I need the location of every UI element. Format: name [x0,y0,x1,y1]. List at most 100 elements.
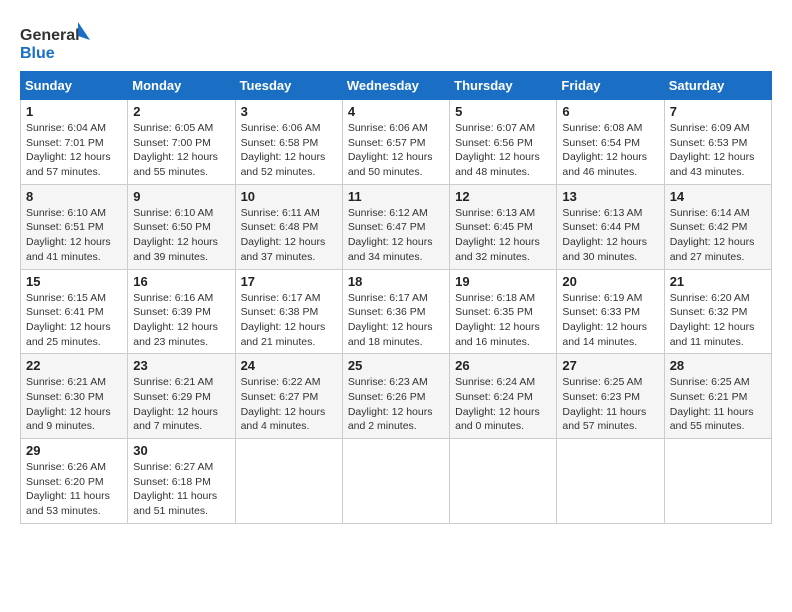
day-cell: 22 Sunrise: 6:21 AMSunset: 6:30 PMDayligh… [21,354,128,439]
col-header-tuesday: Tuesday [235,72,342,100]
day-number: 3 [241,104,337,119]
day-cell: 14 Sunrise: 6:14 AMSunset: 6:42 PMDayligh… [664,184,771,269]
day-info: Sunrise: 6:17 AMSunset: 6:38 PMDaylight:… [241,291,337,350]
day-info: Sunrise: 6:16 AMSunset: 6:39 PMDaylight:… [133,291,229,350]
day-info: Sunrise: 6:08 AMSunset: 6:54 PMDaylight:… [562,121,658,180]
day-number: 12 [455,189,551,204]
day-cell: 28 Sunrise: 6:25 AMSunset: 6:21 PMDayligh… [664,354,771,439]
day-info: Sunrise: 6:15 AMSunset: 6:41 PMDaylight:… [26,291,122,350]
day-cell: 7 Sunrise: 6:09 AMSunset: 6:53 PMDaylight… [664,100,771,185]
logo-svg: GeneralBlue [20,20,90,65]
day-info: Sunrise: 6:10 AMSunset: 6:51 PMDaylight:… [26,206,122,265]
day-cell: 5 Sunrise: 6:07 AMSunset: 6:56 PMDaylight… [450,100,557,185]
day-cell: 13 Sunrise: 6:13 AMSunset: 6:44 PMDayligh… [557,184,664,269]
day-info: Sunrise: 6:11 AMSunset: 6:48 PMDaylight:… [241,206,337,265]
day-info: Sunrise: 6:13 AMSunset: 6:44 PMDaylight:… [562,206,658,265]
day-cell: 18 Sunrise: 6:17 AMSunset: 6:36 PMDayligh… [342,269,449,354]
day-number: 20 [562,274,658,289]
day-number: 17 [241,274,337,289]
day-number: 26 [455,358,551,373]
svg-text:Blue: Blue [20,45,55,62]
day-info: Sunrise: 6:21 AMSunset: 6:30 PMDaylight:… [26,375,122,434]
col-header-sunday: Sunday [21,72,128,100]
week-row-5: 29 Sunrise: 6:26 AMSunset: 6:20 PMDayligh… [21,439,772,524]
day-cell: 19 Sunrise: 6:18 AMSunset: 6:35 PMDayligh… [450,269,557,354]
day-cell: 20 Sunrise: 6:19 AMSunset: 6:33 PMDayligh… [557,269,664,354]
week-row-2: 8 Sunrise: 6:10 AMSunset: 6:51 PMDaylight… [21,184,772,269]
day-cell [450,439,557,524]
day-number: 5 [455,104,551,119]
day-info: Sunrise: 6:19 AMSunset: 6:33 PMDaylight:… [562,291,658,350]
col-header-friday: Friday [557,72,664,100]
day-cell: 15 Sunrise: 6:15 AMSunset: 6:41 PMDayligh… [21,269,128,354]
day-cell: 29 Sunrise: 6:26 AMSunset: 6:20 PMDayligh… [21,439,128,524]
day-number: 15 [26,274,122,289]
day-info: Sunrise: 6:17 AMSunset: 6:36 PMDaylight:… [348,291,444,350]
svg-text:General: General [20,27,80,44]
day-cell [235,439,342,524]
day-info: Sunrise: 6:06 AMSunset: 6:57 PMDaylight:… [348,121,444,180]
day-info: Sunrise: 6:09 AMSunset: 6:53 PMDaylight:… [670,121,766,180]
day-number: 7 [670,104,766,119]
day-number: 21 [670,274,766,289]
day-cell: 8 Sunrise: 6:10 AMSunset: 6:51 PMDaylight… [21,184,128,269]
day-number: 18 [348,274,444,289]
day-info: Sunrise: 6:07 AMSunset: 6:56 PMDaylight:… [455,121,551,180]
col-header-monday: Monday [128,72,235,100]
week-row-3: 15 Sunrise: 6:15 AMSunset: 6:41 PMDayligh… [21,269,772,354]
day-number: 22 [26,358,122,373]
day-info: Sunrise: 6:26 AMSunset: 6:20 PMDaylight:… [26,460,122,519]
week-row-4: 22 Sunrise: 6:21 AMSunset: 6:30 PMDayligh… [21,354,772,439]
day-cell: 16 Sunrise: 6:16 AMSunset: 6:39 PMDayligh… [128,269,235,354]
day-cell: 2Sunrise: 6:05 AMSunset: 7:00 PMDaylight… [128,100,235,185]
day-cell: 11Sunrise: 6:12 AMSunset: 6:47 PMDayligh… [342,184,449,269]
week-row-1: 1 Sunrise: 6:04 AMSunset: 7:01 PMDaylight… [21,100,772,185]
day-cell: 17 Sunrise: 6:17 AMSunset: 6:38 PMDayligh… [235,269,342,354]
day-cell [664,439,771,524]
day-info: Sunrise: 6:14 AMSunset: 6:42 PMDaylight:… [670,206,766,265]
day-info: Sunrise: 6:18 AMSunset: 6:35 PMDaylight:… [455,291,551,350]
col-header-wednesday: Wednesday [342,72,449,100]
day-cell: 12 Sunrise: 6:13 AMSunset: 6:45 PMDayligh… [450,184,557,269]
day-cell [342,439,449,524]
day-number: 27 [562,358,658,373]
day-info: Sunrise: 6:25 AMSunset: 6:21 PMDaylight:… [670,375,766,434]
day-number: 25 [348,358,444,373]
day-cell: 3 Sunrise: 6:06 AMSunset: 6:58 PMDaylight… [235,100,342,185]
day-number: 14 [670,189,766,204]
day-cell: 24Sunrise: 6:22 AMSunset: 6:27 PMDayligh… [235,354,342,439]
day-cell: 27Sunrise: 6:25 AMSunset: 6:23 PMDayligh… [557,354,664,439]
day-number: 13 [562,189,658,204]
day-number: 6 [562,104,658,119]
day-number: 24 [241,358,337,373]
day-info: Sunrise: 6:05 AMSunset: 7:00 PMDaylight:… [133,121,229,180]
day-cell: 25Sunrise: 6:23 AMSunset: 6:26 PMDayligh… [342,354,449,439]
day-number: 4 [348,104,444,119]
day-cell: 10 Sunrise: 6:11 AMSunset: 6:48 PMDayligh… [235,184,342,269]
day-info: Sunrise: 6:27 AMSunset: 6:18 PMDaylight:… [133,460,229,519]
day-cell: 1 Sunrise: 6:04 AMSunset: 7:01 PMDaylight… [21,100,128,185]
day-number: 11 [348,189,444,204]
day-info: Sunrise: 6:06 AMSunset: 6:58 PMDaylight:… [241,121,337,180]
day-number: 29 [26,443,122,458]
logo: GeneralBlue [20,20,90,65]
day-info: Sunrise: 6:20 AMSunset: 6:32 PMDaylight:… [670,291,766,350]
day-cell: 6 Sunrise: 6:08 AMSunset: 6:54 PMDaylight… [557,100,664,185]
day-number: 10 [241,189,337,204]
day-info: Sunrise: 6:24 AMSunset: 6:24 PMDaylight:… [455,375,551,434]
day-info: Sunrise: 6:04 AMSunset: 7:01 PMDaylight:… [26,121,122,180]
day-number: 8 [26,189,122,204]
day-cell: 30Sunrise: 6:27 AMSunset: 6:18 PMDayligh… [128,439,235,524]
day-cell: 23Sunrise: 6:21 AMSunset: 6:29 PMDayligh… [128,354,235,439]
day-cell: 4 Sunrise: 6:06 AMSunset: 6:57 PMDaylight… [342,100,449,185]
day-number: 1 [26,104,122,119]
day-number: 28 [670,358,766,373]
day-number: 19 [455,274,551,289]
header-row: SundayMondayTuesdayWednesdayThursdayFrid… [21,72,772,100]
day-info: Sunrise: 6:13 AMSunset: 6:45 PMDaylight:… [455,206,551,265]
day-number: 16 [133,274,229,289]
day-cell [557,439,664,524]
day-cell: 9Sunrise: 6:10 AMSunset: 6:50 PMDaylight… [128,184,235,269]
col-header-thursday: Thursday [450,72,557,100]
day-info: Sunrise: 6:10 AMSunset: 6:50 PMDaylight:… [133,206,229,265]
